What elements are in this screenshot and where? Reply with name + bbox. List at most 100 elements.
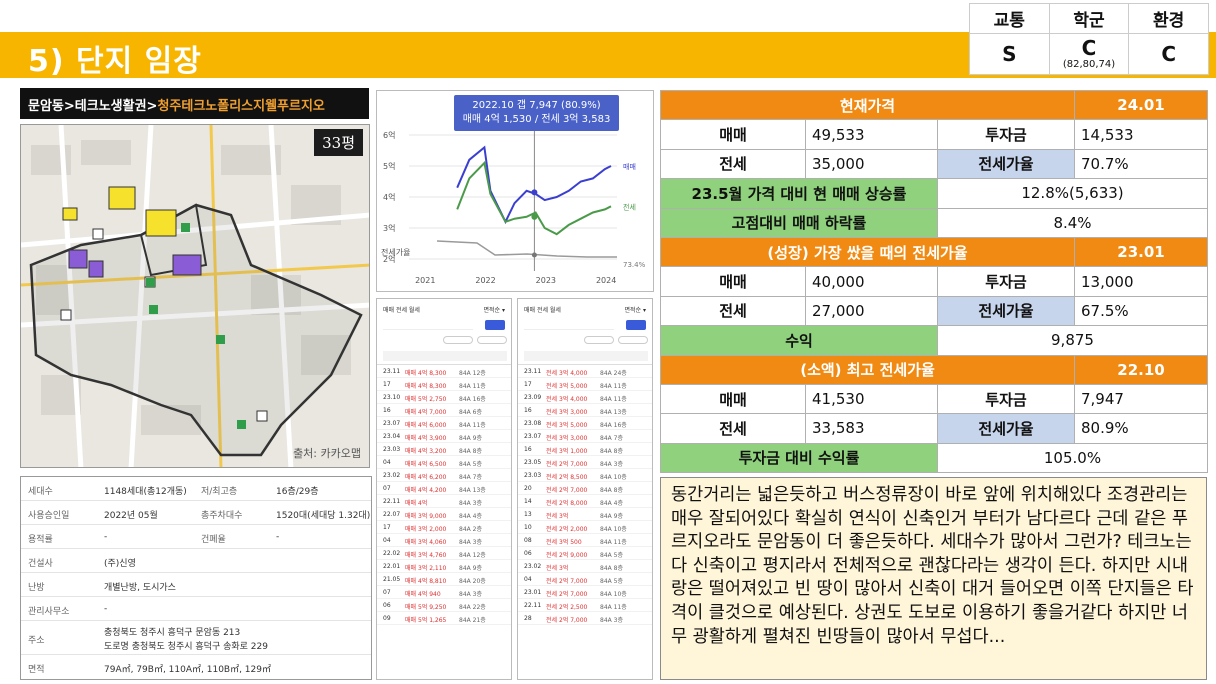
tx-date: 23.11 (524, 368, 542, 375)
table-row: 23.11 매매 4억 8,300 84A 12층 (377, 365, 511, 378)
tx-detail: 84A 5층 (459, 461, 482, 468)
tx-search-button[interactable] (485, 320, 505, 330)
tx-date: 23.04 (383, 433, 401, 440)
growth-sale-label: 매매 (660, 266, 806, 297)
growth-date: 23.01 (1074, 236, 1208, 268)
row-growth-header: (성장) 가장 쌌을 때의 전세가율 23.01 (660, 236, 1208, 268)
grade-value-environment: C (1128, 33, 1209, 75)
table-row: 23.07 매매 4억 6,000 84A 11층 (377, 417, 511, 430)
tx-filter-pill[interactable] (477, 336, 507, 344)
tx-price: 전세 3억 5,000 (546, 422, 588, 429)
tx-price: 전세 2억 2,500 (546, 604, 588, 611)
current-invest-label: 투자금 (937, 119, 1075, 150)
current-label: 현재가격 (660, 89, 1075, 121)
tx-detail: 84A 5층 (600, 552, 623, 559)
small-jeonse-label: 전세 (660, 413, 806, 444)
row-growth-jeonse: 전세 27,000 전세가율 67.5% (660, 295, 1208, 327)
table-row: 22.01 매매 3억 2,110 84A 9층 (377, 560, 511, 573)
tooltip-line2: 매매 4억 1,530 / 전세 3억 3,583 (462, 114, 611, 125)
tx-detail: 84A 4층 (600, 500, 623, 507)
info-value-road: 도로명 충청북도 청주시 흥덕구 송화로 229 (104, 642, 268, 652)
tx-price: 매매 4억 3,900 (405, 435, 447, 442)
table-row: 23.08 전세 3억 5,000 84A 16층 (518, 417, 652, 430)
tx-detail: 84A 10층 (600, 474, 627, 481)
tx-sort[interactable]: 면적순 ▾ (625, 305, 646, 314)
tx-price: 전세 3억 4,000 (546, 396, 588, 403)
tx-detail: 84A 11층 (600, 539, 627, 546)
tx-date: 23.03 (524, 472, 542, 479)
tx-filter-pill[interactable] (618, 336, 648, 344)
table-row: 22.02 매매 3억 4,760 84A 12층 (377, 547, 511, 560)
drop-value: 8.4% (937, 207, 1208, 238)
table-row: 17 매매 4억 8,300 84A 11층 (377, 378, 511, 391)
growth-jeonse-value: 27,000 (805, 295, 938, 327)
current-sale-label: 매매 (660, 119, 806, 150)
small-sale-label: 매매 (660, 383, 806, 415)
map-graphic (21, 125, 369, 467)
yield-value: 105.0% (937, 442, 1208, 474)
tx-date: 04 (383, 537, 391, 544)
table-row: 17 매매 3억 2,000 84A 2층 (377, 521, 511, 534)
tx-price: 매매 4억 8,300 (405, 383, 447, 390)
tx-tabs[interactable]: 매매 전세 월세 (383, 305, 420, 314)
tx-filter-pill[interactable] (443, 336, 473, 344)
tx-column-header (383, 351, 507, 361)
map[interactable]: 33평 출처: 카카오맵 (20, 124, 370, 468)
tx-detail: 84A 4층 (459, 513, 482, 520)
tx-date: 28 (524, 615, 532, 622)
x-tick-label: 2022 (475, 276, 495, 285)
tx-detail: 84A 16층 (459, 396, 486, 403)
row-yield: 투자금 대비 수익률 105.0% (660, 442, 1208, 474)
table-row: 23.01 전세 2억 7,000 84A 10층 (518, 586, 652, 599)
tx-detail: 84A 11층 (459, 422, 486, 429)
tx-sort[interactable]: 면적순 ▾ (484, 305, 505, 314)
tx-price: 매매 4억 (405, 500, 428, 507)
info-label: 용적률 (28, 535, 53, 545)
tx-price: 매매 4억 6,500 (405, 461, 447, 468)
tx-detail: 84A 8층 (600, 487, 623, 494)
info-value: 79A㎡, 79B㎡, 110A㎡, 110B㎡, 129㎡ (104, 665, 271, 675)
profit-value: 9,875 (937, 325, 1208, 356)
info-value: 개별난방, 도시가스 (104, 583, 176, 593)
tx-detail: 84A 3층 (600, 461, 623, 468)
tx-search-button[interactable] (626, 320, 646, 330)
y-tick-label: 3억 (383, 223, 395, 233)
tx-price: 매매 4억 7,000 (405, 409, 447, 416)
growth-invest-value: 13,000 (1074, 266, 1208, 297)
yield-label: 투자금 대비 수익률 (660, 442, 938, 474)
tx-detail: 84A 7층 (600, 435, 623, 442)
tx-date: 16 (524, 446, 532, 453)
tx-area-options[interactable] (383, 320, 473, 330)
transaction-list-header: 매매 전세 월세 면적순 ▾ (518, 299, 652, 365)
info-value: - (104, 604, 108, 614)
table-row: 06 매매 5억 9,250 84A 22층 (377, 599, 511, 612)
y-tick-label: 5억 (383, 161, 395, 171)
grade-value-school: C (82,80,74) (1048, 33, 1130, 75)
size-badge: 33평 (314, 129, 363, 156)
tx-detail: 84A 10층 (600, 591, 627, 598)
drop-label: 고점대비 매매 하락률 (660, 207, 938, 238)
tx-detail: 84A 8층 (459, 448, 482, 455)
tx-filter-pill[interactable] (584, 336, 614, 344)
complex-name: 청주테크노폴리스지웰푸르지오 (157, 99, 325, 114)
tx-date: 08 (524, 537, 532, 544)
header: 5) 단지 임장 교통 학군 환경 S C (82,80,74) C (0, 0, 1216, 80)
info-label: 세대수 (28, 487, 53, 497)
tx-date: 04 (524, 576, 532, 583)
price-table: 현재가격 24.01 매매 49,533 투자금 14,533 전세 35,00… (660, 89, 1208, 474)
tx-date: 23.09 (524, 394, 542, 401)
x-tick-label: 2021 (415, 276, 435, 285)
transaction-list-sale[interactable]: 매매 전세 월세 면적순 ▾ 23.11 매매 4억 8,300 84A 12층 17… (376, 298, 512, 680)
transaction-list-jeonse[interactable]: 매매 전세 월세 면적순 ▾ 23.11 전세 3억 4,000 84A 24층 17… (517, 298, 653, 680)
row-profit: 수익 9,875 (660, 325, 1208, 356)
tx-date: 17 (524, 381, 532, 388)
map-credit: 출처: 카카오맵 (293, 447, 361, 460)
tx-price: 전세 3억 4,000 (546, 370, 588, 377)
table-row: 23.04 매매 4억 3,900 84A 9층 (377, 430, 511, 443)
tx-area-options[interactable] (524, 320, 614, 330)
row-small-sale: 매매 41,530 투자금 7,947 (660, 383, 1208, 415)
tooltip-line1: 2022.10 갭 7,947 (80.9%) (472, 100, 601, 111)
grade-value-school-letter: C (1081, 36, 1097, 61)
tx-detail: 84A 5층 (600, 578, 623, 585)
tx-tabs[interactable]: 매매 전세 월세 (524, 305, 561, 314)
